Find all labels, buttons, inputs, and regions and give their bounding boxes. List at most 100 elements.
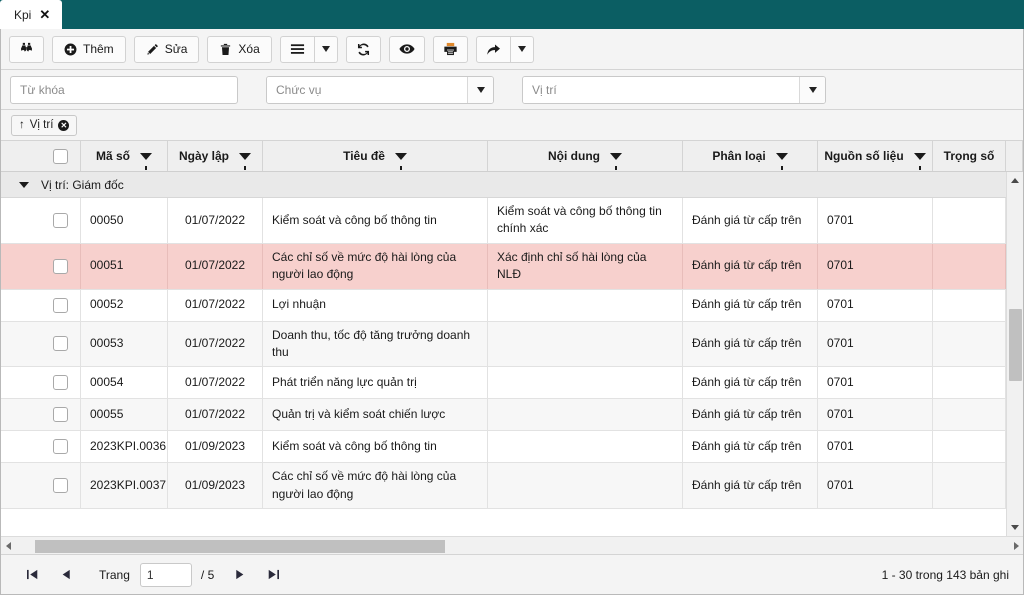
sort-asc-icon: ↑	[19, 119, 25, 131]
cell-nguon: 0701	[818, 431, 933, 463]
first-page-button[interactable]	[15, 562, 49, 588]
close-circle-icon[interactable]: ✕	[58, 119, 70, 131]
cell-indent	[1, 399, 41, 430]
row-checkbox[interactable]	[53, 258, 68, 274]
column-header-noi_dung[interactable]: Nội dung	[488, 141, 683, 171]
delete-button[interactable]: Xóa	[207, 35, 272, 63]
filter-icon[interactable]	[394, 152, 407, 170]
select-all-checkbox[interactable]	[53, 148, 68, 164]
add-button[interactable]: Thêm	[52, 35, 126, 63]
export-button[interactable]	[475, 35, 511, 63]
cell-ma_so: 00053	[81, 321, 168, 367]
keyword-input[interactable]	[10, 75, 238, 104]
horizontal-scroll-track[interactable]	[15, 537, 1009, 555]
cell-tieu_de: Kiểm soát và công bố thông tin	[263, 198, 488, 243]
scroll-left-button[interactable]	[1, 537, 15, 555]
filter-icon[interactable]	[913, 152, 926, 170]
row-checkbox[interactable]	[53, 212, 68, 228]
table-row[interactable]: 00053 01/07/2022 Doanh thu, tốc độ tăng tr…	[1, 321, 1023, 368]
column-header-nguon[interactable]: Nguồn số liệu	[818, 141, 933, 171]
vitri-dropdown-button[interactable]	[799, 76, 825, 103]
cell-indent	[1, 198, 41, 243]
group-header-row[interactable]: Vị trí: Giám đốc	[1, 172, 1023, 198]
chucvu-select[interactable]: Chức vụ	[266, 75, 494, 104]
cell-trong_so	[933, 367, 1006, 399]
table-row[interactable]: 00050 01/07/2022 Kiểm soát và công bố thôn…	[1, 198, 1023, 244]
page-number-input[interactable]	[139, 562, 192, 587]
row-checkbox[interactable]	[53, 375, 68, 391]
tab-kpi[interactable]: Kpi ✕	[0, 0, 63, 29]
search-button[interactable]	[9, 35, 44, 63]
table-row[interactable]: 00055 01/07/2022 Quản trị và kiểm soát chi…	[1, 399, 1023, 432]
cell-indent	[1, 290, 41, 321]
cell-nguon: 0701	[818, 367, 933, 399]
vertical-scrollbar[interactable]	[1006, 172, 1023, 536]
menu-dropdown-button[interactable]	[314, 35, 338, 63]
chevron-down-icon[interactable]	[19, 181, 29, 188]
filter-icon[interactable]	[775, 152, 788, 170]
cell-phan_loai: Đánh giá từ cấp trên	[683, 367, 818, 399]
column-header-tieu_de[interactable]: Tiêu đề	[263, 141, 488, 171]
filter-icon[interactable]	[609, 152, 622, 170]
cell-phan_loai: Đánh giá từ cấp trên	[683, 463, 818, 509]
group-chip-vitri[interactable]: ↑ Vị trí ✕	[11, 114, 78, 136]
scroll-up-button[interactable]	[1006, 172, 1023, 189]
chevron-up-icon	[1011, 178, 1019, 183]
menu-button-group	[279, 35, 338, 63]
cell-trong_so	[933, 198, 1006, 243]
record-count-label: 1 - 30 trong 143 bản ghi	[881, 567, 1009, 582]
scroll-right-button[interactable]	[1009, 537, 1023, 555]
column-header-trong_so: Trọng số	[933, 141, 1006, 171]
close-icon[interactable]: ✕	[39, 8, 50, 21]
cell-ma_so: 00055	[81, 399, 168, 431]
vertical-scroll-track[interactable]	[1007, 189, 1024, 519]
grid-body: Vị trí: Giám đốc 00050 01/07/2022 Kiểm soá…	[1, 172, 1023, 536]
column-header-ngay_lap[interactable]: Ngày lập	[168, 141, 263, 171]
table-row[interactable]: 00052 01/07/2022 Lợi nhuận Đánh giá từ cấp …	[1, 289, 1023, 322]
vertical-scroll-thumb[interactable]	[1008, 309, 1022, 381]
group-chip-label: Vị trí	[29, 119, 54, 131]
cell-ngay_lap: 01/07/2022	[168, 198, 263, 243]
print-button[interactable]	[432, 35, 468, 63]
column-header-ma_so[interactable]: Mã số	[81, 141, 168, 171]
cell-ma_so: 00052	[81, 289, 168, 321]
binoculars-icon	[19, 42, 34, 56]
cell-ma_so: 00054	[81, 367, 168, 399]
export-dropdown-button[interactable]	[510, 35, 534, 63]
row-checkbox[interactable]	[53, 407, 68, 423]
cell-indent	[1, 244, 41, 289]
prev-page-button[interactable]	[49, 562, 83, 588]
filter-icon[interactable]	[239, 152, 251, 170]
chucvu-dropdown-button[interactable]	[467, 76, 493, 103]
horizontal-scroll-thumb[interactable]	[35, 539, 445, 553]
cell-phan_loai: Đánh giá từ cấp trên	[683, 399, 818, 431]
horizontal-scrollbar[interactable]	[1, 536, 1023, 554]
vitri-select[interactable]: Vị trí	[522, 75, 826, 104]
column-header-phan_loai[interactable]: Phân loại	[683, 141, 818, 171]
cell-indent	[1, 463, 41, 508]
table-row[interactable]: 2023KPI.0036 01/09/2023 Kiểm soát và công …	[1, 431, 1023, 464]
cell-phan_loai: Đánh giá từ cấp trên	[683, 243, 818, 289]
filter-icon[interactable]	[140, 152, 152, 170]
edit-button-label: Sửa	[164, 42, 188, 56]
last-page-button[interactable]	[256, 562, 290, 588]
cell-trong_so	[933, 463, 1006, 509]
row-checkbox[interactable]	[53, 439, 68, 455]
export-button-group	[475, 35, 534, 63]
edit-button[interactable]: Sửa	[133, 35, 200, 63]
scroll-down-button[interactable]	[1006, 519, 1023, 536]
table-row[interactable]: 2023KPI.0037 01/09/2023 Các chỉ số về mức …	[1, 463, 1023, 510]
menu-button[interactable]	[279, 35, 315, 63]
column-header-label: Tiêu đề	[343, 149, 385, 163]
row-checkbox[interactable]	[53, 478, 68, 494]
row-checkbox[interactable]	[53, 336, 68, 352]
refresh-button[interactable]	[345, 35, 381, 63]
table-row[interactable]: 00054 01/07/2022 Phát triển năng lực quản …	[1, 367, 1023, 400]
next-page-button[interactable]	[222, 562, 256, 588]
cell-check	[41, 399, 81, 431]
table-row[interactable]: 00051 01/07/2022 Các chỉ số về mức độ hài …	[1, 243, 1023, 290]
row-checkbox[interactable]	[53, 297, 68, 313]
cell-ngay_lap: 01/07/2022	[168, 321, 263, 367]
column-header-label: Nội dung	[548, 149, 600, 163]
preview-button[interactable]	[388, 35, 425, 63]
